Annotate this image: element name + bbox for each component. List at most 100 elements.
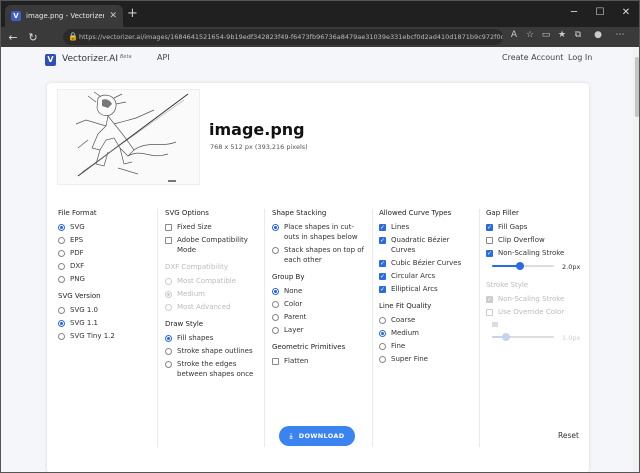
radio-selected-icon[interactable] xyxy=(165,334,172,342)
create-account-link[interactable]: Create Account xyxy=(502,53,563,62)
clip-overflow-option[interactable]: Clip Overflow xyxy=(486,235,585,245)
draw-stroke-edges[interactable]: Stroke the edges between shapes once xyxy=(165,359,262,379)
radio-icon[interactable] xyxy=(165,360,172,368)
format-option-eps[interactable]: EPS xyxy=(58,235,153,245)
radio-icon[interactable] xyxy=(272,313,279,321)
profile-avatar-icon[interactable]: ● xyxy=(591,30,605,40)
checkbox-checked-icon[interactable]: ✓ xyxy=(379,223,386,231)
radio-icon[interactable] xyxy=(165,303,172,311)
url-field[interactable]: 🔒 https://vectorizer.ai/images/168464152… xyxy=(63,29,503,45)
fit-coarse[interactable]: Coarse xyxy=(379,315,478,325)
minimize-icon[interactable]: ─ xyxy=(567,7,581,18)
brand-name[interactable]: Vectorizer.AI Beta xyxy=(62,54,132,64)
checkbox-checked-icon[interactable]: ✓ xyxy=(379,259,386,267)
group-parent[interactable]: Parent xyxy=(272,312,371,322)
gap-stroke-slider[interactable] xyxy=(492,262,554,270)
draw-fill-shapes[interactable]: Fill shapes xyxy=(165,333,262,343)
override-color-option[interactable]: Use Override Color xyxy=(486,307,585,317)
api-link[interactable]: API xyxy=(157,53,170,62)
format-option-png[interactable]: PNG xyxy=(58,274,153,284)
image-thumbnail[interactable] xyxy=(57,89,200,185)
format-option-pdf[interactable]: PDF xyxy=(58,248,153,258)
gap-non-scaling-option[interactable]: ✓ Non-Scaling Stroke xyxy=(486,248,585,258)
svg-version-1-0[interactable]: SVG 1.0 xyxy=(58,305,153,315)
page-scrollbar[interactable] xyxy=(633,47,639,472)
fit-medium[interactable]: Medium xyxy=(379,328,478,338)
radio-selected-icon[interactable] xyxy=(58,319,65,327)
stroke-width-slider[interactable] xyxy=(492,333,554,341)
vectorizer-logo-icon[interactable]: V xyxy=(45,54,56,66)
radio-icon[interactable] xyxy=(58,306,65,314)
favorite-star-icon[interactable]: ☆ xyxy=(523,30,537,40)
fit-super-fine[interactable]: Super Fine xyxy=(379,354,478,364)
checkbox-icon[interactable] xyxy=(165,223,172,231)
more-menu-icon[interactable]: ⋯ xyxy=(613,30,627,40)
format-option-dxf[interactable]: DXF xyxy=(58,261,153,271)
checkbox-checked-icon[interactable]: ✓ xyxy=(486,223,493,231)
curve-cubic[interactable]: ✓ Cubic Bézier Curves xyxy=(379,258,478,268)
group-layer[interactable]: Layer xyxy=(272,325,371,335)
tab-close-icon[interactable]: ✕ xyxy=(109,11,117,21)
radio-icon[interactable] xyxy=(58,275,65,283)
close-window-icon[interactable]: ✕ xyxy=(619,7,633,18)
read-aloud-icon[interactable]: A xyxy=(507,30,521,40)
curve-lines[interactable]: ✓ Lines xyxy=(379,222,478,232)
checkbox-icon[interactable] xyxy=(272,357,279,365)
flatten-option[interactable]: Flatten xyxy=(272,356,371,366)
radio-selected-icon[interactable] xyxy=(58,223,65,231)
favorites-icon[interactable]: ★ xyxy=(555,30,569,40)
curve-elliptical-arcs[interactable]: ✓ Elliptical Arcs xyxy=(379,284,478,294)
stacking-on-top[interactable]: Stack shapes on top of each other xyxy=(272,245,371,265)
checkbox-checked-icon[interactable]: ✓ xyxy=(379,285,386,293)
draw-stroke-outlines[interactable]: Stroke shape outlines xyxy=(165,346,262,356)
group-color[interactable]: Color xyxy=(272,299,371,309)
color-swatch[interactable] xyxy=(492,322,498,327)
download-button[interactable]: ⤓ DOWNLOAD xyxy=(279,426,355,446)
slider-knob[interactable] xyxy=(515,262,524,270)
radio-icon[interactable] xyxy=(58,236,65,244)
dxf-most-advanced[interactable]: Most Advanced xyxy=(165,302,262,312)
radio-icon[interactable] xyxy=(379,316,386,324)
stacking-cutouts[interactable]: Place shapes in cut-outs in shapes below xyxy=(272,222,371,242)
radio-selected-icon[interactable] xyxy=(272,287,279,295)
radio-icon[interactable] xyxy=(165,277,172,285)
checkbox-checked-icon[interactable]: ✓ xyxy=(379,272,386,280)
fit-fine[interactable]: Fine xyxy=(379,341,478,351)
split-screen-icon[interactable]: ▭ xyxy=(539,30,553,40)
radio-icon[interactable] xyxy=(272,246,279,254)
browser-tab[interactable]: V image.png - Vectorizer.AI ✕ xyxy=(5,5,123,27)
adobe-compat-option[interactable]: Adobe Compatibility Mode xyxy=(165,235,262,255)
format-option-svg[interactable]: SVG xyxy=(58,222,153,232)
checkbox-checked-icon[interactable]: ✓ xyxy=(379,236,386,244)
curve-circular-arcs[interactable]: ✓ Circular Arcs xyxy=(379,271,478,281)
group-none[interactable]: None xyxy=(272,286,371,296)
checkbox-checked-icon[interactable]: ✓ xyxy=(486,295,493,303)
svg-version-1-1[interactable]: SVG 1.1 xyxy=(58,318,153,328)
radio-icon[interactable] xyxy=(58,262,65,270)
checkbox-icon[interactable] xyxy=(165,236,172,244)
radio-icon[interactable] xyxy=(165,347,172,355)
radio-icon[interactable] xyxy=(58,249,65,257)
radio-icon[interactable] xyxy=(272,326,279,334)
radio-selected-icon[interactable] xyxy=(272,223,279,231)
checkbox-icon[interactable] xyxy=(486,236,493,244)
new-tab-icon[interactable]: + xyxy=(127,6,138,21)
slider-knob[interactable] xyxy=(501,333,510,341)
dxf-most-compatible[interactable]: Most Compatible xyxy=(165,276,262,286)
checkbox-checked-icon[interactable]: ✓ xyxy=(486,249,493,257)
radio-selected-icon[interactable] xyxy=(165,290,172,298)
fill-gaps-option[interactable]: ✓ Fill Gaps xyxy=(486,222,585,232)
radio-icon[interactable] xyxy=(272,300,279,308)
radio-selected-icon[interactable] xyxy=(379,329,386,337)
radio-icon[interactable] xyxy=(58,332,65,340)
reset-link[interactable]: Reset xyxy=(558,431,579,440)
checkbox-icon[interactable] xyxy=(486,308,493,316)
collections-icon[interactable]: ⧉ xyxy=(571,30,585,40)
stroke-non-scaling-option[interactable]: ✓ Non-Scaling Stroke xyxy=(486,294,585,304)
scrollbar-thumb[interactable] xyxy=(635,57,639,117)
fixed-size-option[interactable]: Fixed Size xyxy=(165,222,262,232)
curve-quadratic[interactable]: ✓ Quadratic Bézier Curves xyxy=(379,235,478,255)
maximize-icon[interactable]: ☐ xyxy=(593,7,607,18)
svg-version-tiny-1-2[interactable]: SVG Tiny 1.2 xyxy=(58,331,153,341)
refresh-icon[interactable]: ↻ xyxy=(25,31,41,44)
